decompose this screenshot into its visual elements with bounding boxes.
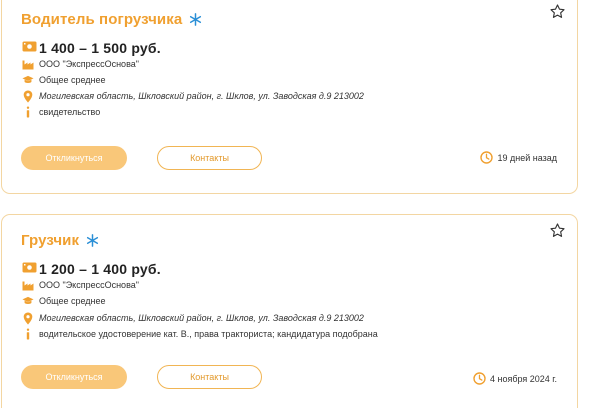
salary-row: 1 400 – 1 500 руб. (22, 39, 161, 57)
graduation-cap-icon (22, 74, 34, 86)
vacancy-card: Водитель погрузчика 1 400 – 1 500 руб. О… (1, 0, 578, 194)
sparkle-icon (189, 13, 202, 26)
money-icon (22, 39, 37, 57)
company-row: ООО "ЭкспрессОснова" (22, 279, 139, 291)
requirement-row: свидетельство (22, 106, 100, 118)
info-icon (22, 106, 34, 118)
vacancy-list: Водитель погрузчика 1 400 – 1 500 руб. О… (0, 0, 590, 408)
money-icon (22, 260, 37, 278)
favorite-star-icon[interactable] (547, 1, 567, 21)
vacancy-card: Грузчик 1 200 – 1 400 руб. ООО "Экспресс… (1, 214, 578, 408)
factory-icon (22, 279, 34, 291)
company-name: ООО "ЭкспрессОснова" (39, 59, 139, 69)
respond-button[interactable]: Откликнуться (21, 365, 127, 389)
info-icon (22, 328, 34, 340)
clock-icon (473, 372, 486, 385)
requirement-value: свидетельство (39, 107, 101, 117)
education-row: Общее среднее (22, 74, 106, 86)
address-value: Могилевская область, Шкловский район, г.… (39, 91, 364, 101)
location-pin-icon (22, 312, 34, 324)
address-row: Могилевская область, Шкловский район, г.… (22, 312, 364, 324)
education-value: Общее среднее (39, 296, 106, 306)
vacancy-title-row: Водитель погрузчика (21, 11, 202, 28)
address-value: Могилевская область, Шкловский район, г.… (39, 313, 364, 323)
posted-date: 19 дней назад (497, 152, 557, 163)
graduation-cap-icon (22, 295, 34, 307)
factory-icon (22, 58, 34, 70)
education-row: Общее среднее (22, 295, 106, 307)
contacts-button[interactable]: Контакты (157, 146, 262, 170)
company-name: ООО "ЭкспрессОснова" (39, 280, 139, 290)
vacancy-title-link[interactable]: Грузчик (21, 232, 79, 249)
requirement-row: водительское удостоверение кат. В., прав… (22, 328, 378, 340)
vacancy-title-row: Грузчик (21, 232, 99, 249)
education-value: Общее среднее (39, 75, 106, 85)
salary-row: 1 200 – 1 400 руб. (22, 260, 161, 278)
clock-icon (480, 151, 494, 164)
sparkle-icon (86, 234, 99, 247)
salary-value: 1 400 – 1 500 руб. (39, 40, 161, 56)
vacancy-title-link[interactable]: Водитель погрузчика (21, 11, 182, 28)
company-row: ООО "ЭкспрессОснова" (22, 58, 139, 70)
posted-date: 4 ноября 2024 г. (490, 373, 557, 384)
favorite-star-icon[interactable] (547, 220, 567, 240)
location-pin-icon (22, 90, 34, 102)
contacts-button[interactable]: Контакты (157, 365, 262, 389)
salary-value: 1 200 – 1 400 руб. (39, 261, 161, 277)
posted-date-row: 19 дней назад (480, 151, 557, 164)
address-row: Могилевская область, Шкловский район, г.… (22, 90, 364, 102)
respond-button[interactable]: Откликнуться (21, 146, 127, 170)
posted-date-row: 4 ноября 2024 г. (473, 372, 557, 385)
requirement-value: водительское удостоверение кат. В., прав… (39, 329, 378, 339)
